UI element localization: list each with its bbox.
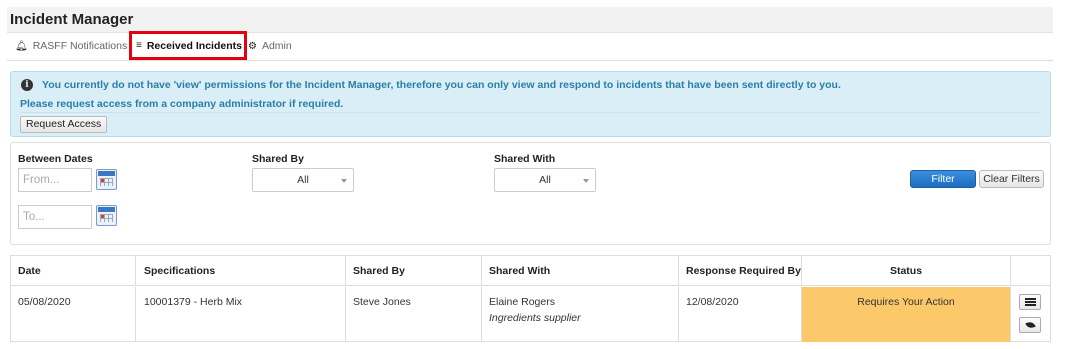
table-header: Date Specifications Shared By Shared Wit… (11, 256, 1050, 286)
alert-divider (20, 112, 1041, 113)
view-details-button[interactable] (1019, 294, 1041, 310)
alert-message: You currently do not have 'view' permiss… (42, 79, 841, 91)
column-header-date: Date (11, 256, 136, 286)
to-calendar-icon[interactable] (96, 205, 117, 226)
bell-icon: 🔔︎ (15, 40, 28, 52)
shared-with-select[interactable]: All (494, 168, 596, 192)
gear-icon: ⚙ (248, 40, 257, 52)
alert-line-1: i You currently do not have 'view' permi… (21, 79, 841, 91)
tab-rasff-notifications[interactable]: 🔔︎ RASFF Notifications (15, 33, 127, 59)
leaf-icon (1024, 320, 1036, 330)
tab-admin[interactable]: ⚙ Admin (248, 33, 292, 59)
list-icon (1024, 298, 1036, 306)
cell-shared-by: Steve Jones (346, 287, 482, 342)
cell-shared-with: Elaine Rogers Ingredients supplier (482, 287, 679, 342)
list-icon: ≡ (136, 40, 142, 51)
shared-with-value: All (539, 174, 551, 186)
cell-specifications: 10001379 - Herb Mix (137, 287, 346, 342)
alert-request-message: Please request access from a company adm… (20, 98, 344, 110)
chevron-down-icon (583, 179, 589, 183)
shared-with-label: Shared With (494, 153, 556, 165)
respond-button[interactable] (1019, 317, 1041, 333)
from-calendar-icon[interactable] (96, 169, 117, 190)
filter-panel: Between Dates From... To... Shared By Al… (10, 142, 1051, 245)
tab-label: Received Incidents (146, 39, 242, 52)
tab-received-incidents[interactable]: ≡ Received Incidents (129, 31, 247, 60)
chevron-down-icon (341, 179, 347, 183)
filter-button[interactable]: Filter (910, 170, 976, 188)
shared-with-role: Ingredients supplier (489, 312, 581, 324)
tab-label: RASFF Notifications (32, 40, 128, 52)
column-header-shared-by: Shared By (346, 256, 482, 286)
tab-bar: 🔔︎ RASFF Notifications ≡ Received Incide… (7, 31, 1053, 61)
info-icon: i (21, 79, 33, 91)
column-header-shared-with: Shared With (482, 256, 679, 286)
shared-by-value: All (297, 174, 309, 186)
tab-label: Admin (261, 40, 292, 52)
column-header-status: Status (802, 256, 1011, 286)
request-access-button[interactable]: Request Access (20, 116, 108, 133)
cell-date: 05/08/2020 (11, 287, 136, 342)
incidents-table: Date Specifications Shared By Shared Wit… (10, 255, 1051, 342)
shared-by-label: Shared By (252, 153, 304, 165)
page-title: Incident Manager (10, 11, 134, 28)
column-header-specifications: Specifications (137, 256, 346, 286)
clear-filters-button[interactable]: Clear Filters (979, 170, 1044, 188)
shared-by-select[interactable]: All (252, 168, 354, 192)
column-header-response-required-by: Response Required By (679, 256, 802, 286)
permission-alert: i You currently do not have 'view' permi… (10, 71, 1051, 137)
to-date-input[interactable]: To... (18, 205, 92, 229)
shared-with-name: Elaine Rogers (489, 296, 555, 308)
from-date-input[interactable]: From... (18, 168, 92, 192)
cell-response-required-by: 12/08/2020 (679, 287, 802, 342)
app-header: Incident Manager (7, 7, 1053, 33)
between-dates-label: Between Dates (18, 153, 93, 165)
status-badge: Requires Your Action (802, 287, 1011, 342)
